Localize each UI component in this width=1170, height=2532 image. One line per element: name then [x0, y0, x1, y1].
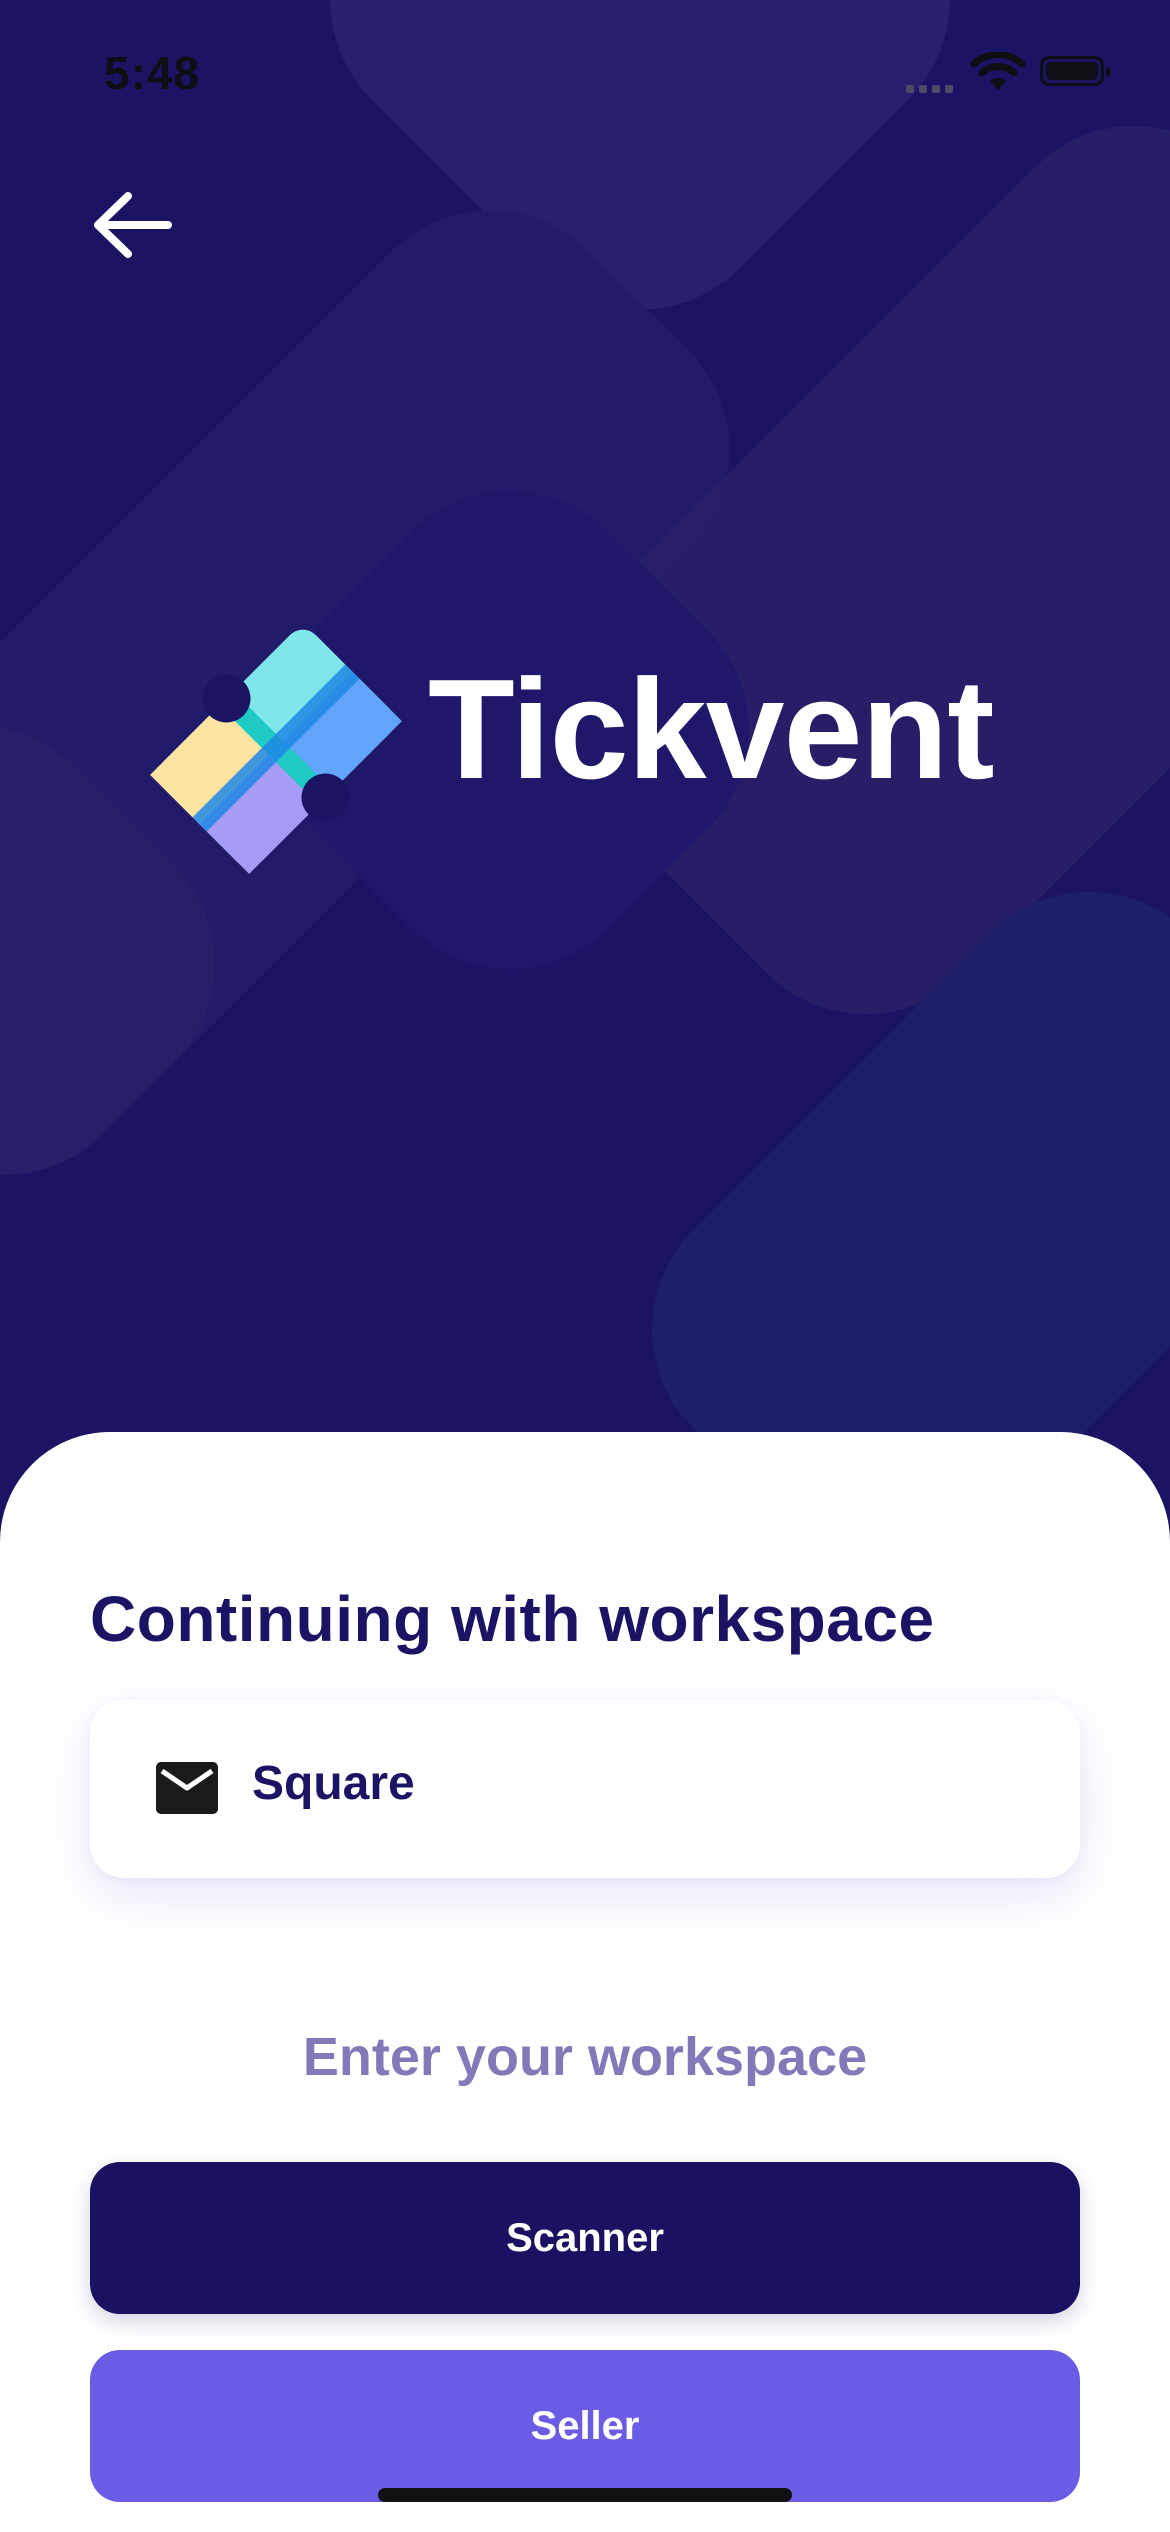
mail-icon [156, 1762, 218, 1814]
ticket-logo-icon [150, 629, 402, 874]
workspace-value: Square [252, 1757, 415, 1810]
status-bar: 5:48 [0, 0, 1170, 140]
status-time: 5:48 [104, 47, 201, 99]
battery-icon [1040, 56, 1110, 86]
sheet-title: Continuing with workspace [90, 1583, 935, 1655]
arrow-left-icon [94, 192, 172, 258]
home-indicator [378, 2488, 792, 2502]
workspace-card[interactable]: Square [90, 1700, 1080, 1878]
wifi-icon [970, 52, 1026, 90]
seller-button[interactable]: Seller [90, 2350, 1080, 2502]
brand-name: Tickvent [428, 650, 995, 809]
scanner-button[interactable]: Scanner [90, 2162, 1080, 2314]
enter-workspace-link[interactable]: Enter your workspace [0, 2026, 1170, 2088]
signal-icon [906, 80, 958, 93]
back-button[interactable] [88, 180, 178, 270]
